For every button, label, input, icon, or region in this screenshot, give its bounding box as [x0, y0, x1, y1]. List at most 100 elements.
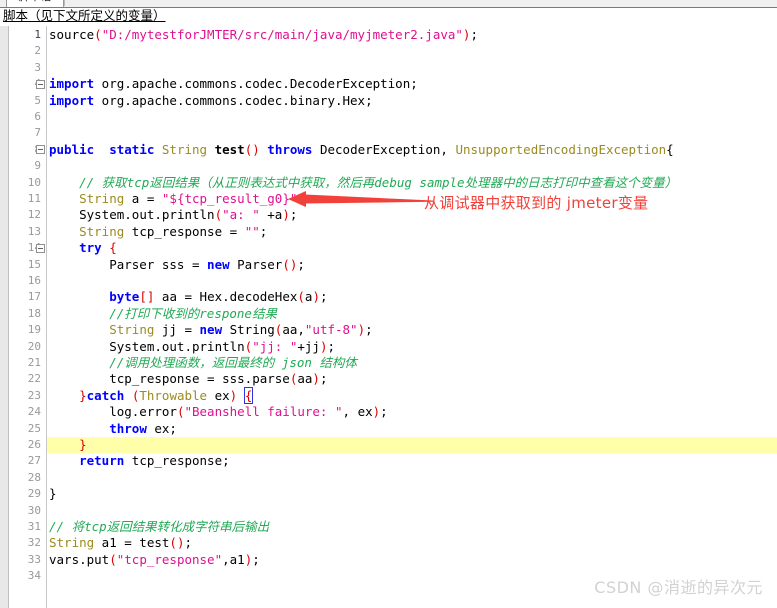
code-token: ; [470, 27, 478, 42]
code-text-area[interactable]: source("D:/mytestforJMTER/src/main/java/… [47, 26, 777, 608]
line-number: 30 [27, 503, 41, 517]
code-token: jj = [154, 322, 200, 338]
code-token: throw [109, 420, 147, 436]
line-number: 12 [27, 208, 41, 222]
code-token: UnsupportedEncodingException [455, 141, 667, 157]
code-token: ( [297, 289, 305, 305]
fold-toggle-icon[interactable] [36, 79, 45, 89]
line-number: 10 [27, 175, 41, 189]
code-token: a1 = test [94, 535, 170, 551]
code-line[interactable]: source("D:/mytestforJMTER/src/main/java/… [49, 27, 478, 43]
code-line[interactable]: import org.apache.commons.codec.DecoderE… [49, 76, 418, 92]
code-token: tcp_response; [124, 453, 230, 469]
code-token: { [666, 141, 674, 157]
code-editor[interactable]: 1234567891011121314151617181920212223242… [0, 26, 777, 608]
code-token: { [243, 386, 254, 404]
code-line[interactable]: //调用处理函数，返回最终的 json 结构体 [49, 355, 357, 371]
code-line[interactable]: throw ex; [49, 421, 177, 437]
code-token: ex; [146, 420, 177, 436]
code-token: } [79, 437, 87, 452]
line-number: 5 [34, 93, 41, 107]
tab-script[interactable]: 脚本语 [6, 0, 64, 7]
code-token: () [282, 256, 298, 272]
line-number: 23 [27, 388, 41, 402]
line-number: 3 [34, 60, 41, 74]
code-token: "" [244, 223, 260, 239]
code-line[interactable]: //打印下收到的respone结果 [49, 306, 277, 322]
script-section-label: 脚本（见下文所定义的变量） [3, 8, 166, 23]
code-token: ; [184, 535, 193, 551]
code-line[interactable]: try { [49, 240, 117, 256]
code-line[interactable]: public static String test() throws Decod… [49, 142, 674, 158]
code-line[interactable]: String jj = new String(aa,"utf-8"); [49, 322, 372, 338]
code-token: ; [259, 223, 268, 239]
code-token: () [244, 141, 260, 157]
code-token: ; [327, 338, 335, 354]
code-token: // 获取tcp返回结果（从正则表达式中获取，然后再debug sample处理… [79, 174, 678, 190]
code-line[interactable]: System.out.println("jj: "+jj); [49, 339, 335, 355]
code-line[interactable]: import org.apache.commons.codec.binary.H… [49, 93, 373, 109]
code-line[interactable]: tcp_response = sss.parse(aa); [49, 371, 327, 387]
code-line[interactable]: // 获取tcp返回结果（从正则表达式中获取，然后再debug sample处理… [49, 175, 677, 191]
code-line[interactable]: byte[] aa = Hex.decodeHex(a); [49, 289, 328, 305]
code-token: try [79, 240, 102, 256]
code-token: String [161, 141, 208, 157]
code-token: "Beanshell failure: " [184, 404, 343, 420]
code-line[interactable]: Parser sss = new Parser(); [49, 257, 305, 273]
code-token: ) [312, 289, 320, 305]
code-token: org.apache.commons.codec.DecoderExceptio… [94, 76, 418, 92]
code-token: String [79, 223, 125, 239]
code-token: +a [259, 207, 283, 223]
code-token: ; [297, 191, 305, 206]
code-token: new [207, 256, 230, 272]
code-token: ( [214, 207, 223, 223]
fold-toggle-icon[interactable] [36, 145, 45, 155]
line-number: 34 [27, 569, 41, 583]
fold-toggle-icon[interactable] [36, 243, 45, 253]
code-token: Parser sss = [49, 256, 208, 272]
code-token: ( [109, 551, 117, 567]
code-token: ; [319, 289, 328, 305]
code-token: source [49, 27, 95, 42]
code-line[interactable]: } [49, 486, 57, 502]
code-line[interactable]: log.error("Beanshell failure: ", ex); [49, 404, 387, 420]
code-line[interactable]: // 将tcp返回结果转化成字符串后输出 [49, 519, 269, 535]
code-token: String [49, 535, 95, 551]
code-token: } [79, 387, 87, 403]
code-line[interactable]: }catch (Throwable ex) { [49, 386, 254, 404]
code-line[interactable]: } [49, 437, 87, 453]
line-number: 25 [27, 421, 41, 435]
code-token: import [49, 92, 95, 108]
line-number: 26 [27, 438, 41, 451]
code-line[interactable]: String a = "${tcp_result_g0}"; [49, 191, 305, 207]
code-line[interactable]: System.out.println("a: " +a); [49, 207, 297, 223]
line-number: 28 [27, 470, 41, 484]
code-token: ) [357, 322, 366, 338]
code-token: +jj [297, 338, 320, 354]
code-token: log.error [49, 404, 177, 420]
code-line[interactable]: String a1 = test(); [49, 535, 192, 551]
code-token: String [109, 322, 155, 338]
code-token: ( [94, 27, 102, 42]
code-token: () [169, 535, 185, 551]
line-number: 21 [27, 356, 41, 369]
code-token: ) [312, 371, 320, 387]
line-number: 20 [27, 339, 41, 353]
code-line[interactable]: vars.put("tcp_response",a1); [49, 552, 260, 568]
tab-strip: 脚本语 [0, 0, 777, 8]
code-line[interactable]: return tcp_response; [49, 453, 230, 469]
line-number: 33 [27, 552, 41, 566]
code-token: "${tcp_result_g0}" [161, 191, 298, 206]
code-line[interactable]: String tcp_response = ""; [49, 224, 267, 240]
code-token: { [109, 240, 117, 256]
code-token: String [79, 191, 125, 206]
line-number: 27 [27, 454, 41, 468]
code-token: String [222, 322, 275, 338]
